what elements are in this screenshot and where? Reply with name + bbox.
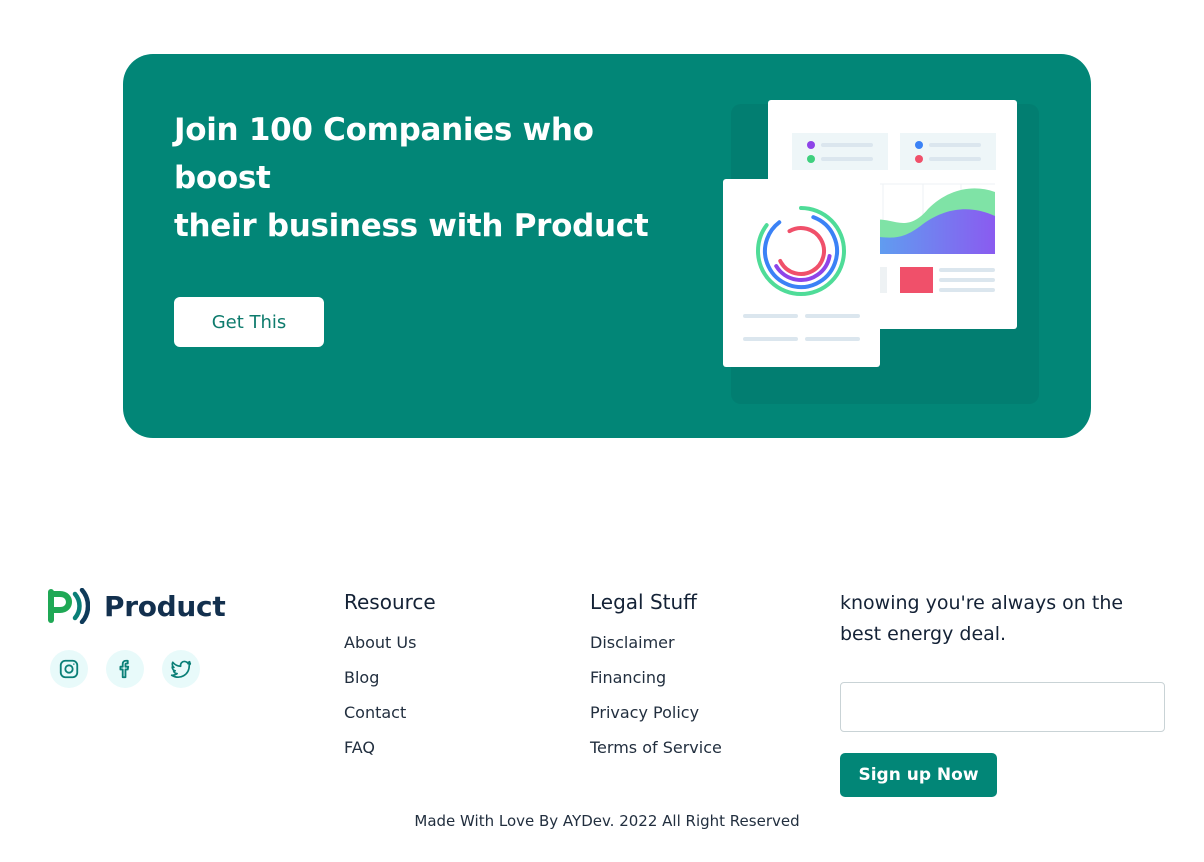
privacy-policy-link[interactable]: Privacy Policy (590, 703, 699, 722)
resource-column: Resource About Us Blog Contact FAQ (344, 590, 436, 757)
get-this-button[interactable]: Get This (174, 297, 324, 347)
about-us-link[interactable]: About Us (344, 633, 416, 652)
twitter-icon (170, 660, 192, 678)
list-item: Terms of Service (590, 738, 722, 758)
cta-title: Join 100 Companies who boost their busin… (174, 106, 694, 250)
faq-link[interactable]: FAQ (344, 738, 375, 757)
cta-title-line2: their business with Product (174, 208, 649, 244)
blog-link[interactable]: Blog (344, 668, 379, 687)
newsletter-text-line1: knowing you're always on the (840, 592, 1124, 614)
instagram-icon (59, 659, 79, 679)
list-item: Disclaimer (590, 633, 675, 653)
brand[interactable]: Product (48, 588, 226, 624)
list-item: Contact (344, 703, 406, 723)
front-report-card (723, 179, 880, 367)
twitter-link[interactable] (162, 650, 200, 688)
terms-of-service-link[interactable]: Terms of Service (590, 738, 722, 757)
copyright-text: Made With Love By AYDev. 2022 All Right … (414, 812, 800, 830)
product-logo-icon (48, 588, 90, 624)
legal-column: Legal Stuff Disclaimer Financing Privacy… (590, 590, 722, 757)
list-item: Financing (590, 668, 666, 688)
list-item: About Us (344, 633, 416, 653)
list-item: Blog (344, 668, 379, 688)
social-links (50, 650, 200, 688)
list-item: FAQ (344, 738, 375, 758)
brand-name: Product (104, 589, 226, 623)
sign-up-button[interactable]: Sign up Now (840, 753, 997, 797)
cta-title-line1: Join 100 Companies who boost (174, 112, 594, 196)
facebook-link[interactable] (106, 650, 144, 688)
contact-link[interactable]: Contact (344, 703, 406, 722)
financing-link[interactable]: Financing (590, 668, 666, 687)
dashboard-illustration (723, 100, 1039, 404)
list-item: Privacy Policy (590, 703, 699, 723)
instagram-link[interactable] (50, 650, 88, 688)
legal-title: Legal Stuff (590, 590, 697, 614)
newsletter-text: knowing you're always on the best energy… (840, 588, 1180, 650)
cta-banner: Join 100 Companies who boost their busin… (123, 54, 1091, 438)
newsletter-text-line2: best energy deal. (840, 623, 1007, 645)
facebook-icon (119, 659, 130, 679)
resource-title: Resource (344, 590, 436, 614)
email-input[interactable] (840, 682, 1165, 732)
disclaimer-link[interactable]: Disclaimer (590, 633, 675, 652)
